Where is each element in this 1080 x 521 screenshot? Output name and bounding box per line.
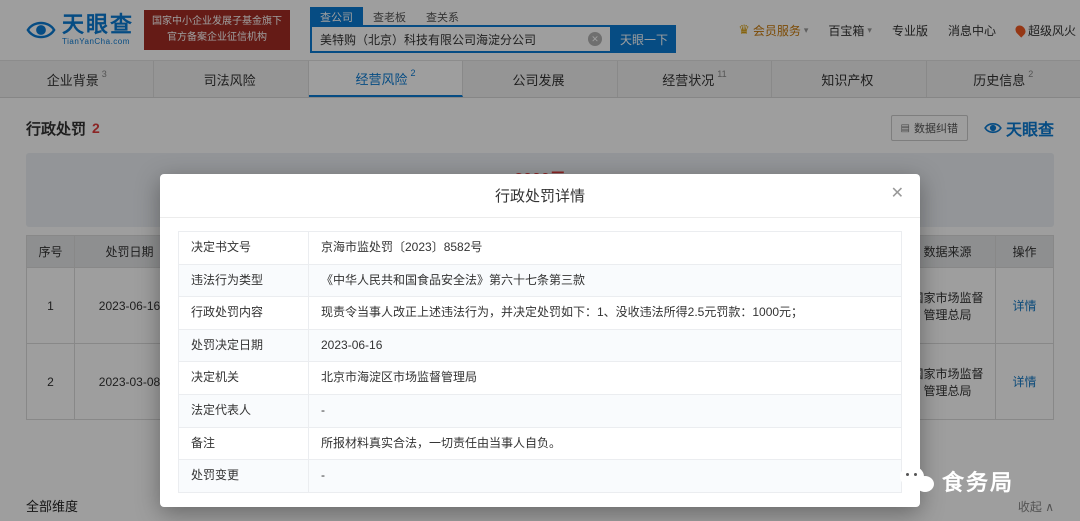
penalty-detail-modal: 行政处罚详情 ✕ 决定书文号 京海市监处罚〔2023〕8582号 违法行为类型 …	[160, 174, 920, 507]
detail-label: 处罚变更	[178, 459, 309, 493]
detail-value: -	[308, 393, 902, 428]
detail-value: 现责令当事人改正上述违法行为，并决定处罚如下：1、没收违法所得2.5元罚款：10…	[308, 296, 902, 330]
detail-row: 行政处罚内容 现责令当事人改正上述违法行为，并决定处罚如下：1、没收违法所得2.…	[178, 296, 902, 330]
detail-row: 违法行为类型 《中华人民共和国食品安全法》第六十七条第三款	[178, 263, 902, 298]
detail-label: 行政处罚内容	[178, 296, 309, 330]
watermark-text: 食务局	[941, 470, 1014, 495]
detail-label: 处罚决定日期	[178, 328, 309, 363]
detail-value: 《中华人民共和国食品安全法》第六十七条第三款	[308, 263, 902, 298]
detail-value: 2023-06-16	[308, 328, 902, 363]
wechat-icon	[899, 466, 934, 496]
detail-row: 决定机关 北京市海淀区市场监督管理局	[178, 361, 902, 395]
detail-row: 备注 所报材料真实合法，一切责任由当事人自负。	[178, 426, 902, 461]
detail-row: 处罚变更 -	[178, 459, 902, 493]
detail-label: 备注	[178, 426, 309, 461]
modal-title: 行政处罚详情	[494, 188, 585, 205]
detail-value: 京海市监处罚〔2023〕8582号	[308, 231, 902, 265]
detail-row: 法定代表人 -	[178, 393, 902, 428]
detail-value: 所报材料真实合法，一切责任由当事人自负。	[308, 426, 902, 461]
watermark: 食务局	[899, 465, 1014, 497]
detail-value: 北京市海淀区市场监督管理局	[308, 361, 902, 395]
close-icon[interactable]: ✕	[891, 186, 904, 202]
detail-label: 违法行为类型	[178, 263, 309, 298]
detail-row: 处罚决定日期 2023-06-16	[178, 328, 902, 363]
detail-label: 法定代表人	[178, 393, 309, 428]
detail-label: 决定机关	[178, 361, 309, 395]
detail-value: -	[308, 459, 902, 493]
penalty-detail-table: 决定书文号 京海市监处罚〔2023〕8582号 违法行为类型 《中华人民共和国食…	[178, 231, 902, 493]
detail-row: 决定书文号 京海市监处罚〔2023〕8582号	[178, 231, 902, 265]
detail-label: 决定书文号	[178, 231, 309, 265]
